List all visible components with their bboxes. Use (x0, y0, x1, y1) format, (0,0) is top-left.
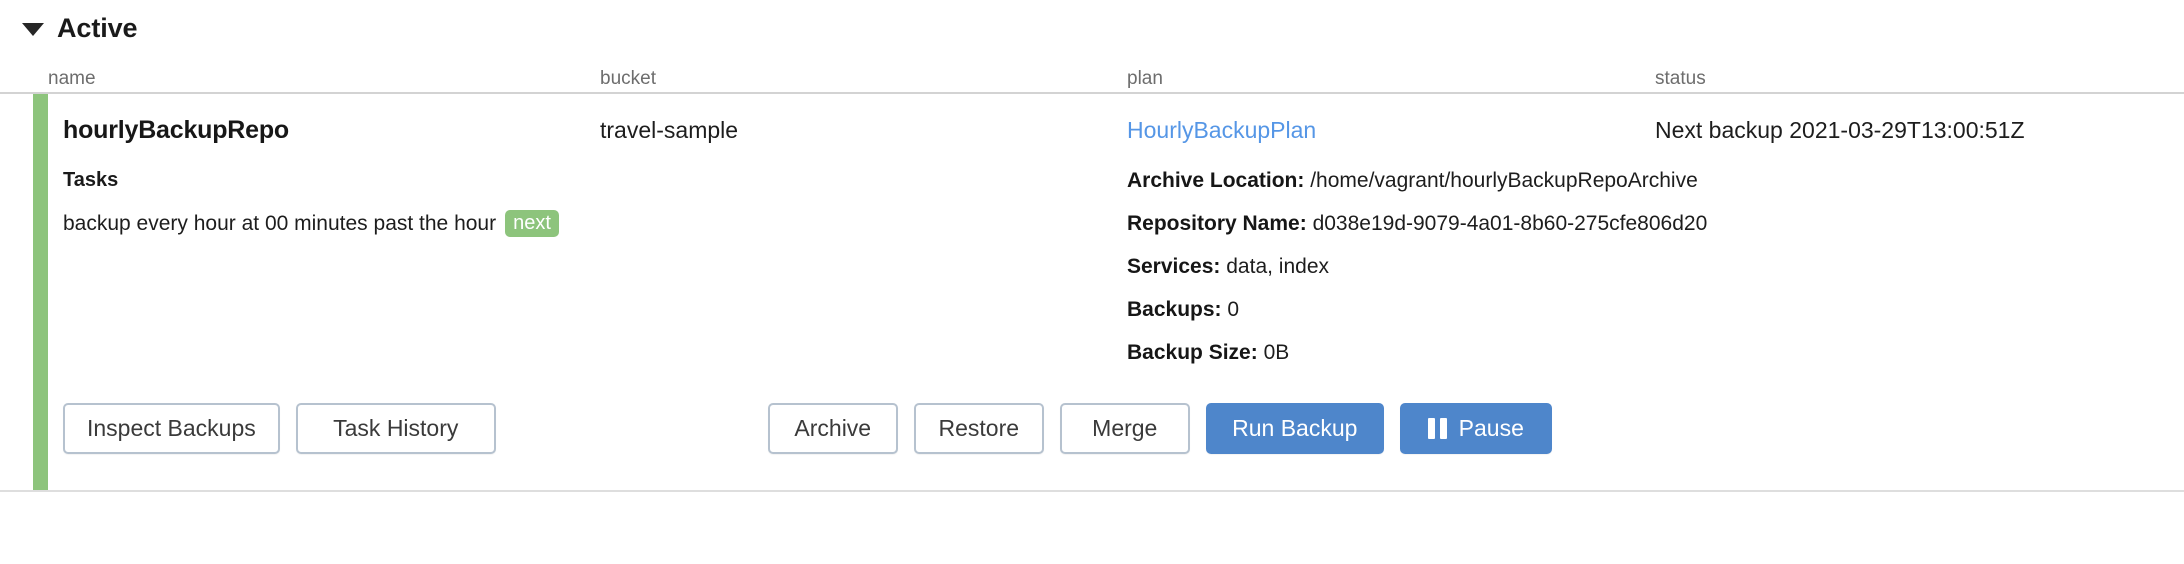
meta-label-archive-location: Archive Location: (1127, 169, 1304, 192)
inspect-backups-button[interactable]: Inspect Backups (63, 403, 280, 454)
page-title: Active (57, 13, 137, 44)
merge-button[interactable]: Merge (1060, 403, 1190, 454)
repository-bucket: travel-sample (600, 117, 1127, 144)
task-description: backup every hour at 00 minutes past the… (63, 212, 496, 236)
chevron-down-icon[interactable] (22, 23, 44, 36)
table-column-headers: name bucket plan status (0, 56, 2184, 92)
column-header-plan: plan (1127, 68, 1655, 92)
row-action-group-right: Archive Restore Merge Run Backup Pause (768, 403, 1552, 454)
meta-label-repository-name: Repository Name: (1127, 212, 1307, 235)
pause-button-label: Pause (1459, 415, 1524, 442)
meta-backups: Backups: 0 (1127, 298, 2184, 322)
active-section-header[interactable]: Active (0, 0, 2184, 56)
run-backup-button[interactable]: Run Backup (1206, 403, 1384, 454)
status-indicator-bar (33, 94, 48, 490)
task-history-button[interactable]: Task History (296, 403, 496, 454)
row-details: Tasks backup every hour at 00 minutes pa… (48, 169, 2184, 365)
meta-repository-name: Repository Name: d038e19d-9079-4a01-8b60… (1127, 212, 2184, 236)
repository-name: hourlyBackupRepo (63, 116, 600, 145)
repositories-table: name bucket plan status hourlyBackupRepo… (0, 56, 2184, 492)
meta-archive-location: Archive Location: /home/vagrant/hourlyBa… (1127, 169, 2184, 193)
meta-backup-size: Backup Size: 0B (1127, 341, 2184, 365)
row-action-bar: Inspect Backups Task History Archive Res… (48, 403, 2184, 454)
tasks-heading: Tasks (63, 169, 1127, 192)
meta-value-backup-size: 0B (1264, 341, 1290, 364)
column-header-name: name (48, 68, 600, 92)
column-header-bucket: bucket (600, 68, 1127, 92)
task-item: backup every hour at 00 minutes past the… (63, 210, 1127, 237)
row-primary-line: hourlyBackupRepo travel-sample HourlyBac… (48, 116, 2184, 145)
meta-services: Services: data, index (1127, 255, 2184, 279)
pause-icon (1428, 418, 1447, 439)
meta-value-backups: 0 (1227, 298, 1239, 321)
next-run-badge: next (505, 210, 559, 237)
meta-label-services: Services: (1127, 255, 1220, 278)
tasks-column: Tasks backup every hour at 00 minutes pa… (63, 169, 1127, 365)
meta-value-repository-name: d038e19d-9079-4a01-8b60-275cfe806d20 (1313, 212, 1708, 235)
pause-button[interactable]: Pause (1400, 403, 1552, 454)
meta-label-backup-size: Backup Size: (1127, 341, 1258, 364)
metadata-column: Archive Location: /home/vagrant/hourlyBa… (1127, 169, 2184, 365)
archive-button[interactable]: Archive (768, 403, 898, 454)
meta-value-archive-location: /home/vagrant/hourlyBackupRepoArchive (1310, 169, 1698, 192)
meta-label-backups: Backups: (1127, 298, 1222, 321)
table-row[interactable]: hourlyBackupRepo travel-sample HourlyBac… (0, 92, 2184, 492)
meta-value-services: data, index (1226, 255, 1329, 278)
restore-button[interactable]: Restore (914, 403, 1044, 454)
repository-status: Next backup 2021-03-29T13:00:51Z (1655, 117, 2184, 144)
row-content: hourlyBackupRepo travel-sample HourlyBac… (48, 94, 2184, 490)
column-header-status: status (1655, 68, 2184, 92)
row-action-group-left: Inspect Backups Task History (63, 403, 496, 454)
plan-link[interactable]: HourlyBackupPlan (1127, 117, 1655, 144)
